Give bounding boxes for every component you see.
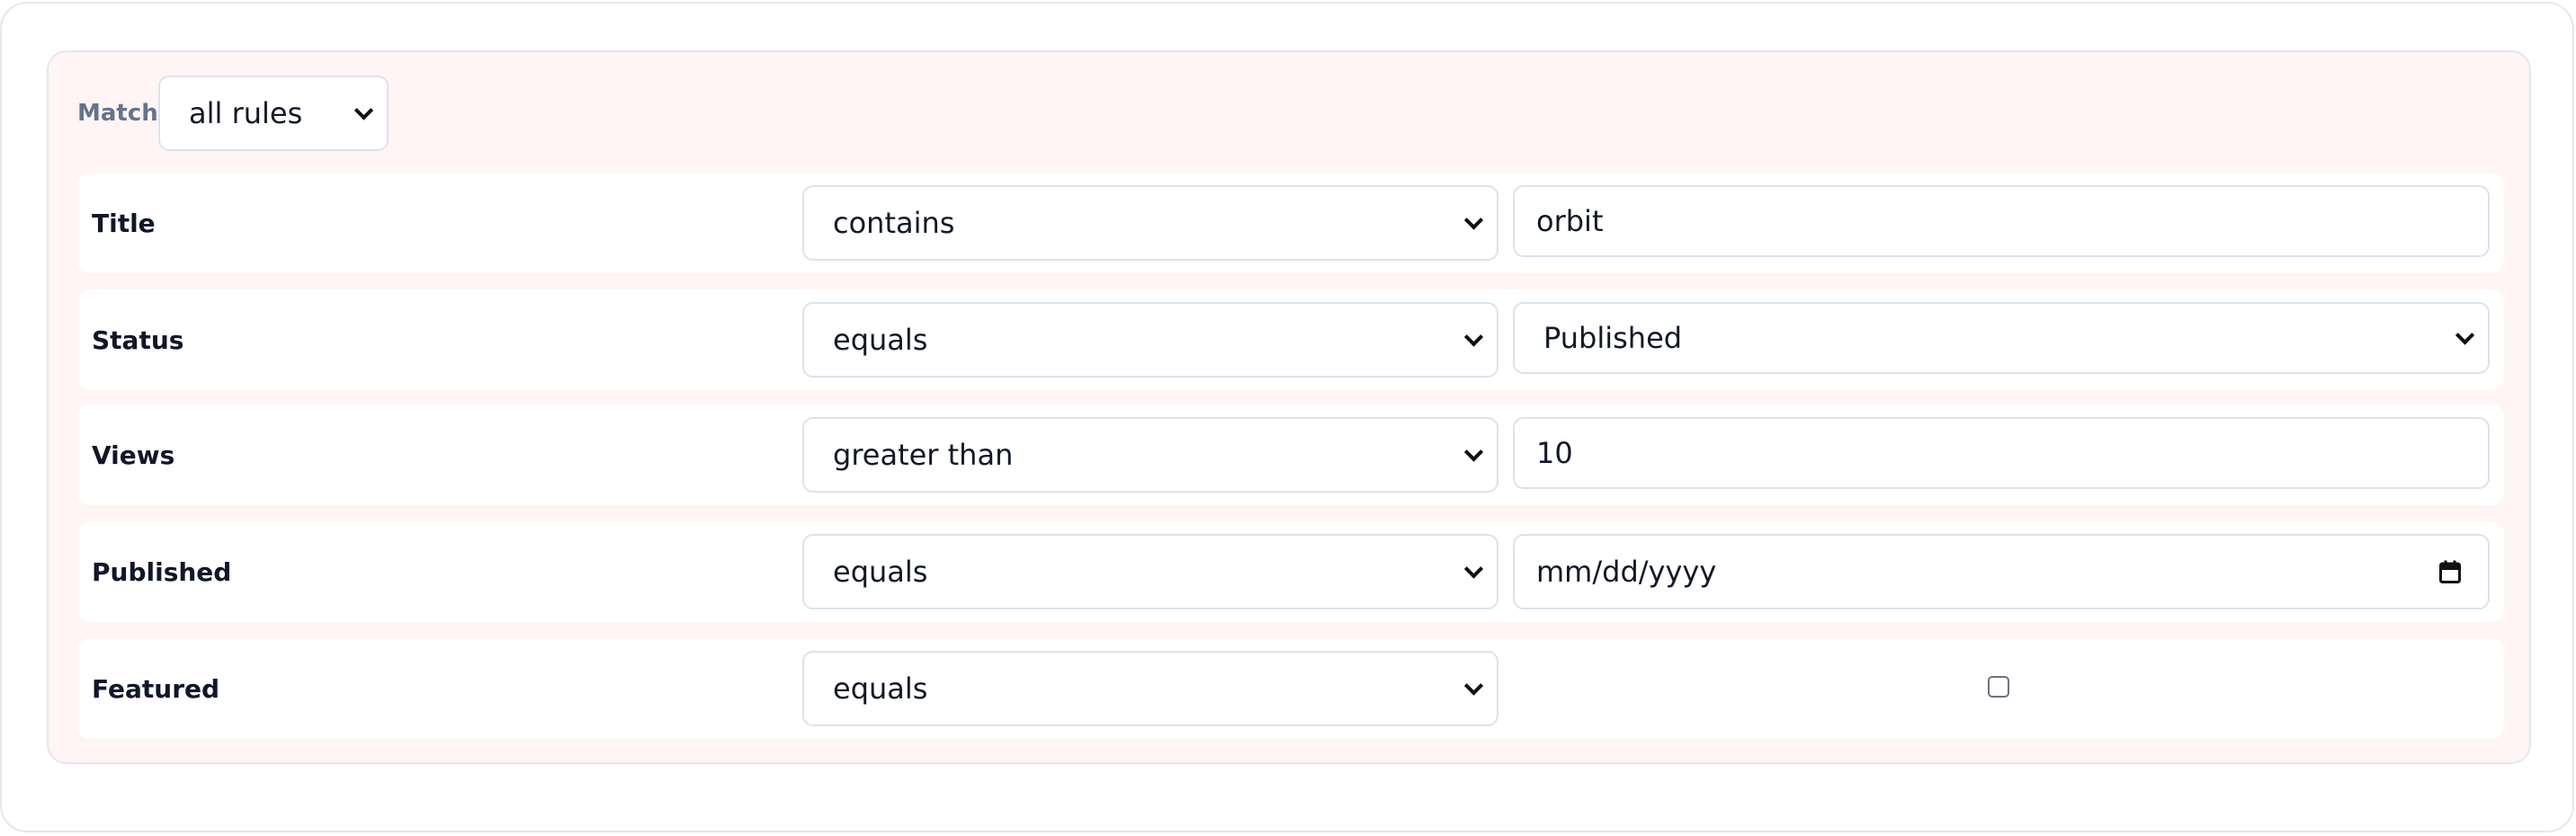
rule-field-label: Featured [92,673,220,704]
value-input-text: orbit [1536,204,1604,238]
number-input-text: 10 [1536,436,1573,470]
chevron-down-icon [1463,327,1484,347]
value-select[interactable]: Published [1513,302,2490,374]
operator-value: greater than [833,438,1014,472]
operator-select[interactable]: equals [802,534,1498,609]
chevron-down-icon [1463,210,1484,230]
number-input[interactable]: 10 [1513,417,2490,489]
rule-row-views: Views greater than 10 [77,405,2504,505]
chevron-down-icon [1463,442,1484,462]
operator-select[interactable]: equals [802,302,1498,378]
date-input[interactable]: mm/dd/yyyy [1513,534,2490,609]
match-select-value: all rules [189,96,303,130]
filter-panel: Match all rules Title contains orbit Sta… [0,2,2574,832]
operator-value: equals [833,671,928,706]
rule-row-featured: Featured equals [77,638,2504,739]
operator-select[interactable]: contains [802,185,1498,261]
chevron-down-icon [1463,559,1484,579]
operator-value: equals [833,323,928,357]
featured-checkbox[interactable] [1988,676,2009,698]
value-input[interactable]: orbit [1513,185,2490,257]
rule-field-label: Status [92,325,184,355]
rule-group: Match all rules Title contains orbit Sta… [47,50,2531,764]
match-row: Match all rules [77,76,389,151]
rule-row-status: Status equals Published [77,289,2504,390]
date-input-placeholder: mm/dd/yyyy [1536,555,1717,589]
rule-field-label: Published [92,556,232,587]
match-label: Match [77,100,158,127]
value-select-text: Published [1543,321,1683,355]
operator-value: contains [833,206,955,240]
match-select[interactable]: all rules [158,76,389,151]
calendar-icon[interactable] [2439,560,2461,583]
operator-select[interactable]: greater than [802,417,1498,493]
chevron-down-icon [2455,325,2475,345]
rule-row-title: Title contains orbit [77,173,2504,273]
rule-field-label: Title [92,208,156,238]
rule-field-label: Views [92,440,175,470]
rule-row-published: Published equals mm/dd/yyyy [77,521,2504,622]
operator-value: equals [833,555,928,589]
chevron-down-icon [1463,676,1484,696]
operator-select[interactable]: equals [802,651,1498,726]
chevron-down-icon [353,101,374,120]
